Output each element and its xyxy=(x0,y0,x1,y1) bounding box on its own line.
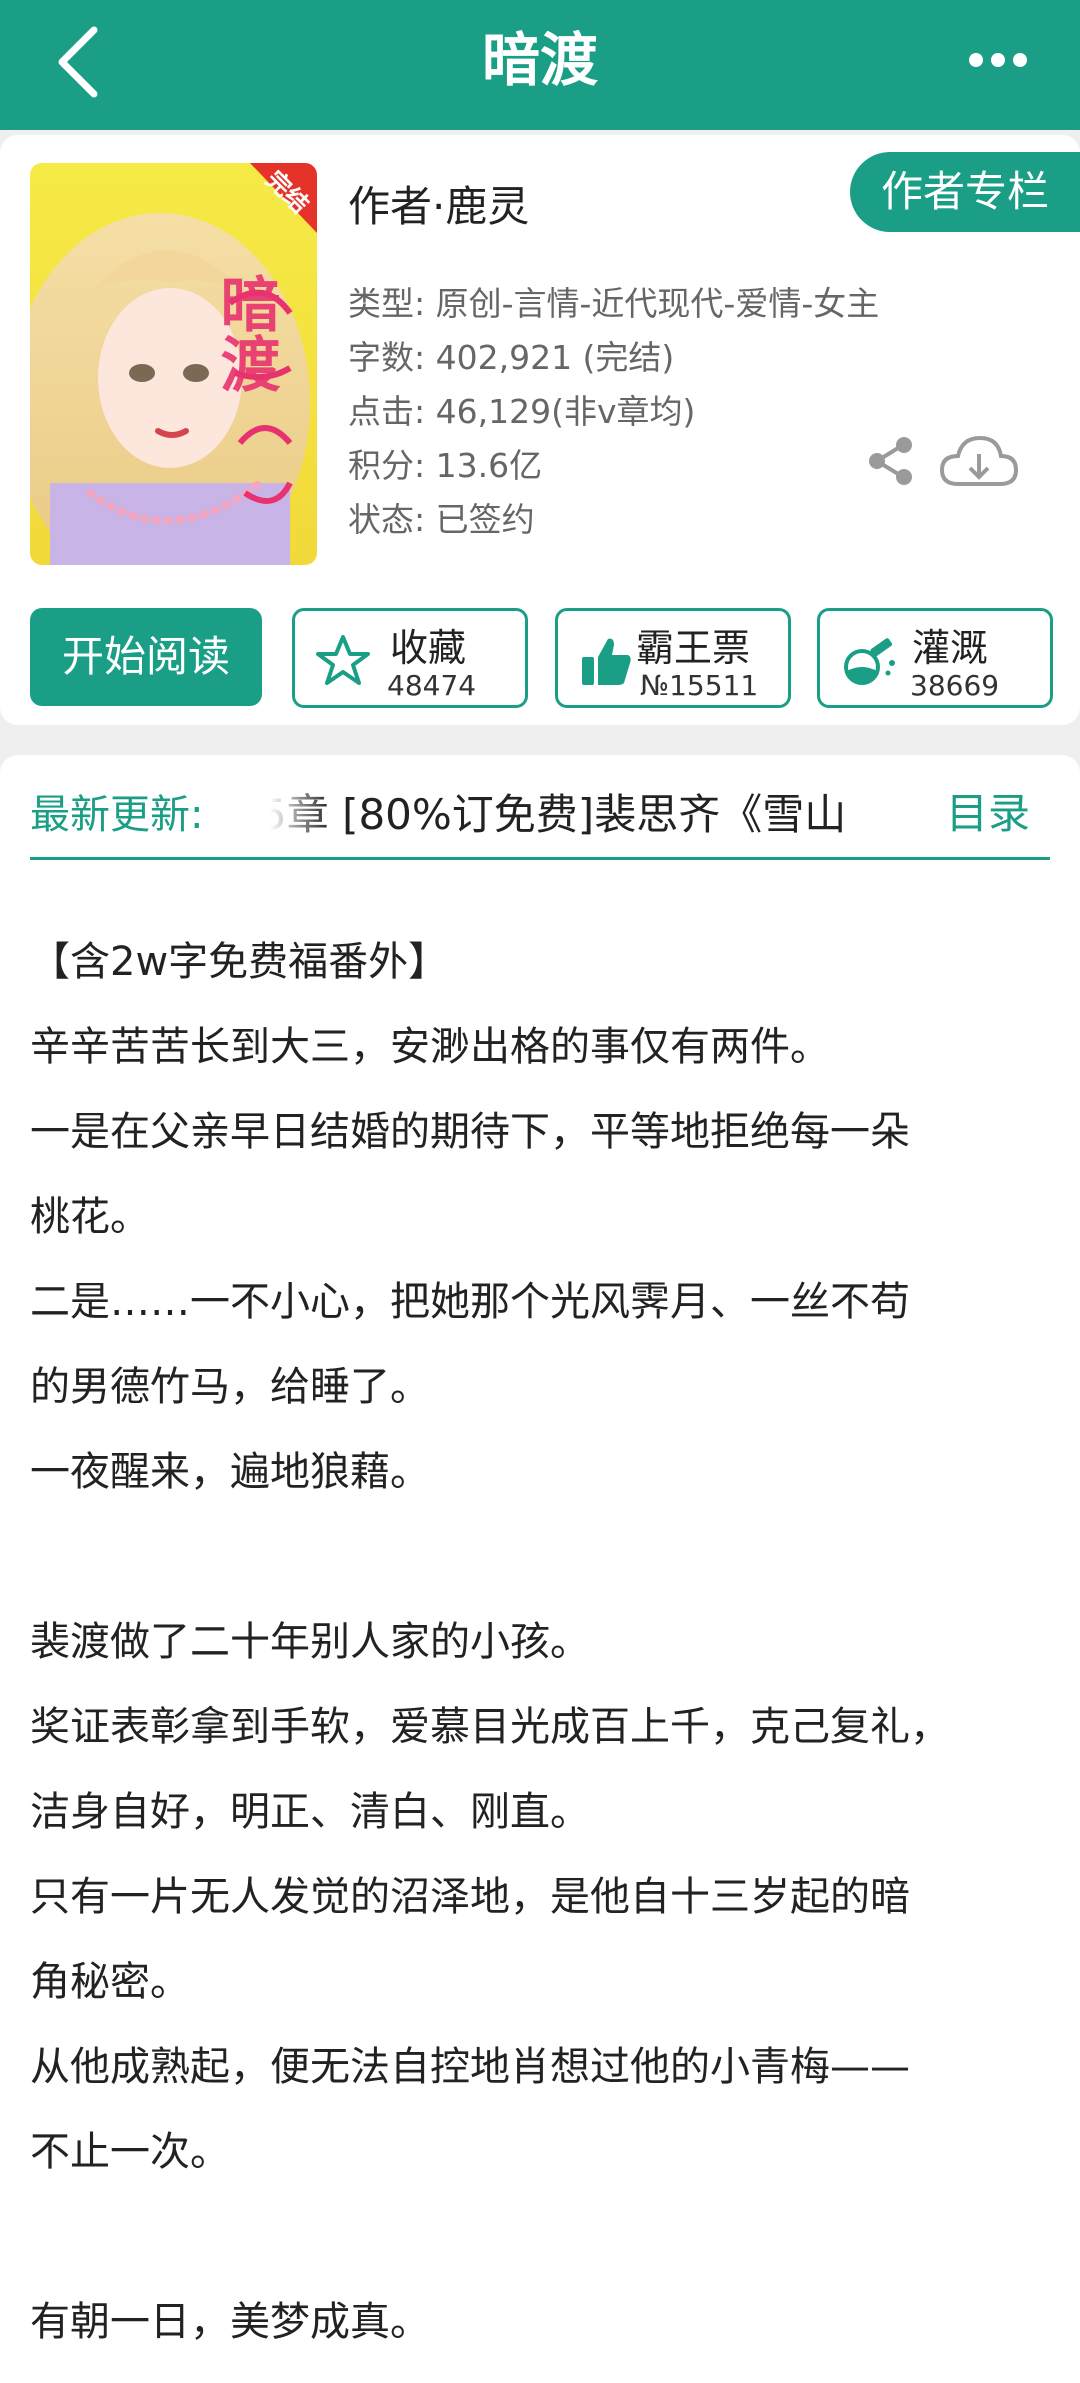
synopsis: 【含2w字免费福番外】 辛辛苦苦长到大三，安渺出格的事仅有两件。 一是在父亲早日… xyxy=(30,920,1060,2365)
collect-label: 收藏 xyxy=(390,626,467,670)
page-title: 暗渡 xyxy=(481,26,598,94)
latest-update-ticker[interactable]: 5章 [80%订免费]裴思齐《雪山 xyxy=(270,775,910,835)
share-button[interactable] xyxy=(865,435,917,487)
share-icon xyxy=(869,437,912,485)
latest-update-text: 5章 [80%订免费]裴思齐《雪山 xyxy=(270,790,847,835)
synopsis-line: 桃花。 xyxy=(30,1194,150,1240)
synopsis-line: 角秘密。 xyxy=(30,1959,190,2005)
star-icon xyxy=(316,635,370,685)
divider-line xyxy=(30,857,1050,860)
more-button[interactable] xyxy=(960,30,1040,90)
synopsis-line: 辛辛苦苦长到大三，安渺出格的事仅有两件。 xyxy=(30,1024,830,1070)
start-reading-button[interactable]: 开始阅读 xyxy=(30,608,262,706)
synopsis-line: 一夜醒来，遍地狼藉。 xyxy=(30,1449,430,1495)
synopsis-line: 洁身自好，明正、清白、刚直。 xyxy=(30,1789,590,1835)
synopsis-line: 奖证表彰拿到手软，爱慕目光成百上千，克己复礼， xyxy=(30,1704,950,1750)
collect-count: 48474 xyxy=(387,669,477,702)
water-label: 灌溉 xyxy=(912,626,989,670)
thumbs-up-icon xyxy=(582,638,631,685)
nutrient-bottle-icon xyxy=(844,638,895,685)
cover-title-art: 暗渡 xyxy=(210,273,280,393)
book-cover[interactable]: 完结 暗渡 xyxy=(30,163,317,565)
synopsis-line: 只有一片无人发觉的沼泽地，是他自十三岁起的暗 xyxy=(30,1874,910,1920)
synopsis-line xyxy=(30,1515,1060,1600)
vote-button[interactable]: 霸王票 №15511 xyxy=(555,608,791,708)
author-name[interactable]: 作者·鹿灵 xyxy=(348,173,529,234)
synopsis-line: 二是……一不小心，把她那个光风霁月、一丝不苟 xyxy=(30,1279,910,1325)
more-dots-icon xyxy=(969,53,1027,67)
synopsis-line: 从他成熟起，便无法自控地肖想过他的小青梅—— xyxy=(30,2044,910,2090)
synopsis-line xyxy=(30,2195,1060,2280)
top-bar: 暗渡 xyxy=(0,0,1080,130)
synopsis-line: 有朝一日，美梦成真。 xyxy=(30,2299,430,2345)
ticker-fade xyxy=(270,775,330,835)
water-button[interactable]: 灌溉 38669 xyxy=(817,608,1053,708)
latest-update-label: 最新更新: xyxy=(30,792,204,838)
synopsis-line: 不止一次。 xyxy=(30,2129,230,2175)
vote-count: №15511 xyxy=(640,669,759,702)
download-button[interactable] xyxy=(938,430,1020,494)
table-of-contents-link[interactable]: 目录 xyxy=(946,780,1030,841)
collect-button[interactable]: 收藏 48474 xyxy=(292,608,528,708)
synopsis-line: 的男德竹马，给睡了。 xyxy=(30,1364,430,1410)
meta-word-count: 字数: 402,921 (完结) xyxy=(348,338,675,377)
vote-label: 霸王票 xyxy=(636,626,751,670)
meta-status: 状态: 已签约 xyxy=(348,500,535,539)
meta-clicks: 点击: 46,129(非v章均) xyxy=(348,392,696,431)
synopsis-line: 裴渡做了二十年别人家的小孩。 xyxy=(30,1619,590,1665)
cloud-download-icon xyxy=(939,435,1019,486)
meta-score: 积分: 13.6亿 xyxy=(348,446,543,485)
water-count: 38669 xyxy=(910,669,1000,702)
synopsis-line: 一是在父亲早日结婚的期待下，平等地拒绝每一朵 xyxy=(30,1109,910,1155)
author-column-button[interactable]: 作者专栏 xyxy=(850,152,1080,232)
synopsis-line: 【含2w字免费福番外】 xyxy=(30,939,449,985)
meta-genre: 类型: 原创-言情-近代现代-爱情-女主 xyxy=(348,284,880,323)
